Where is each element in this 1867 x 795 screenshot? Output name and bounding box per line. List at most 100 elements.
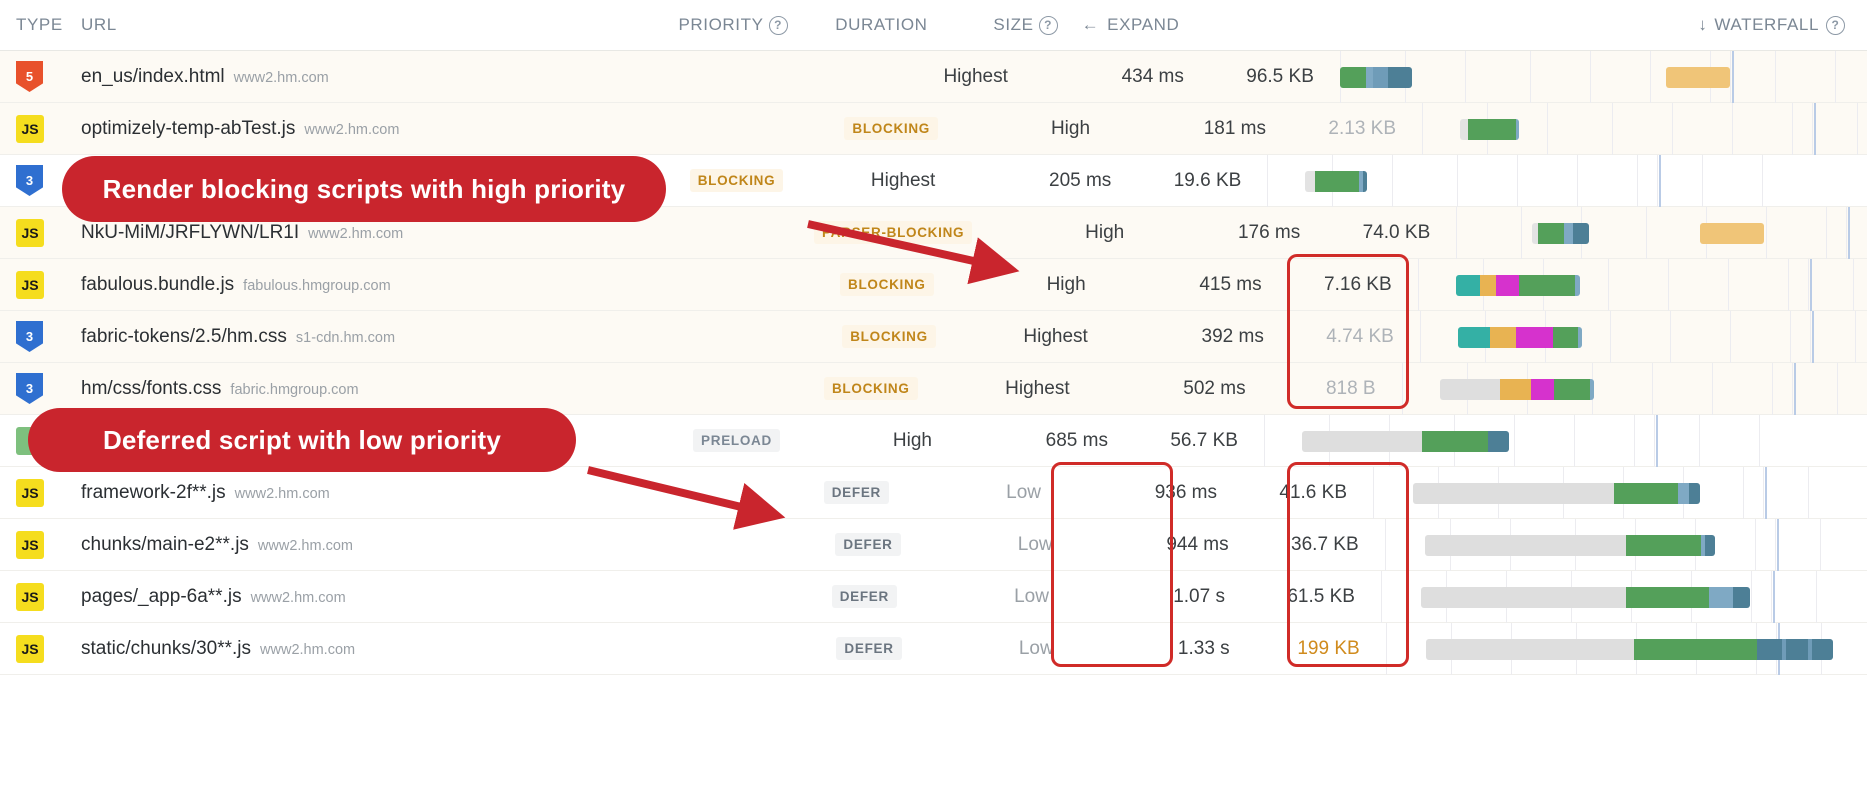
cell-url[interactable]: fabulous.bundle.js fabulous.hmgroup.com bbox=[75, 274, 391, 296]
request-host: www2.hm.com bbox=[250, 589, 346, 606]
waterfall-bar bbox=[1455, 274, 1580, 296]
table-row[interactable]: JS chunks/main-e2**.js www2.hm.com DEFER Low… bbox=[0, 518, 1867, 571]
table-row[interactable]: 5 en_us/index.html www2.hm.com Highest 434 m… bbox=[0, 50, 1867, 103]
cell-waterfall[interactable] bbox=[1422, 102, 1867, 155]
waterfall-gridlines bbox=[1456, 206, 1867, 259]
table-row[interactable]: JS static/chunks/30**.js www2.hm.com DEFER L… bbox=[0, 622, 1867, 675]
cell-waterfall[interactable] bbox=[1267, 154, 1867, 207]
table-row[interactable]: JS optimizely-temp-abTest.js www2.hm.com BL… bbox=[0, 102, 1867, 155]
cell-type: 3 bbox=[0, 373, 75, 404]
initiator-badge: BLOCKING bbox=[842, 325, 936, 348]
waterfall-segment bbox=[1339, 66, 1366, 88]
cell-duration: 181 ms bbox=[1203, 117, 1267, 139]
cell-url[interactable]: NkU-MiM/JRFLYWN/LR1I www2.hm.com bbox=[75, 222, 403, 244]
cell-url[interactable]: optimizely-temp-abTest.js www2.hm.com bbox=[75, 118, 399, 140]
waterfall-segment bbox=[1732, 586, 1750, 608]
column-header-size-label: SIZE bbox=[993, 15, 1034, 34]
initiator-badge: BLOCKING bbox=[689, 169, 784, 192]
cell-url[interactable]: pages/_app-6a**.js www2.hm.com bbox=[75, 586, 346, 608]
cell-url[interactable]: en_us/index.html www2.hm.com bbox=[75, 66, 329, 88]
cell-url[interactable]: hm/css/fonts.css fabric.hmgroup.com bbox=[75, 378, 359, 400]
cell-type: JS bbox=[0, 218, 75, 247]
cell-initiator: BLOCKING bbox=[395, 325, 944, 348]
cell-priority: Highest bbox=[1005, 377, 1070, 399]
help-icon-waterfall[interactable]: ? bbox=[1826, 15, 1846, 35]
waterfall-segment bbox=[1499, 378, 1531, 400]
cell-waterfall[interactable] bbox=[1417, 258, 1867, 311]
waterfall-segment bbox=[1811, 638, 1833, 660]
column-header-priority[interactable]: PRIORITY ? bbox=[608, 15, 788, 35]
cell-type: JS bbox=[0, 582, 75, 611]
cell-type: 5 bbox=[0, 61, 75, 92]
waterfall-segment bbox=[1424, 534, 1626, 556]
cell-size: 74.0 KB bbox=[1362, 221, 1431, 243]
waterfall-time-marker bbox=[1776, 518, 1779, 571]
cell-duration: 685 ms bbox=[1045, 429, 1108, 451]
cell-waterfall[interactable] bbox=[1384, 518, 1867, 571]
cell-waterfall[interactable] bbox=[1380, 570, 1867, 623]
request-host: www2.hm.com bbox=[304, 121, 400, 138]
waterfall-bar bbox=[1420, 586, 1750, 608]
cell-waterfall[interactable] bbox=[1419, 310, 1867, 363]
help-icon-priority[interactable]: ? bbox=[768, 15, 788, 35]
initiator-badge: DEFER bbox=[835, 533, 901, 556]
waterfall-segment bbox=[1421, 430, 1488, 452]
cell-priority: High bbox=[892, 429, 932, 451]
cell-priority: Low bbox=[1018, 637, 1054, 659]
cell-waterfall[interactable] bbox=[1456, 206, 1867, 259]
waterfall-segment bbox=[1538, 222, 1565, 244]
arrow-left-icon: ← bbox=[1081, 15, 1100, 34]
request-name: chunks/main-e2**.js bbox=[81, 533, 249, 555]
cell-url[interactable]: framework-2f**.js www2.hm.com bbox=[75, 482, 330, 504]
cell-type: JS bbox=[0, 530, 75, 559]
table-row[interactable]: JS pages/_app-6a**.js www2.hm.com DEFER Low 1… bbox=[0, 570, 1867, 623]
column-header-url[interactable]: URL bbox=[75, 15, 117, 35]
cell-duration: 205 ms bbox=[1049, 169, 1112, 191]
js-icon: JS bbox=[16, 114, 44, 143]
initiator-badge: BLOCKING bbox=[823, 377, 918, 400]
waterfall-queued-bar bbox=[1665, 66, 1730, 88]
expand-button[interactable]: ← EXPAND bbox=[1058, 15, 1208, 35]
waterfall-segment bbox=[1460, 118, 1469, 140]
column-header-duration[interactable]: DURATION bbox=[788, 15, 938, 35]
waterfall-segment bbox=[1489, 326, 1516, 348]
waterfall-segment bbox=[1479, 274, 1496, 296]
table-row[interactable]: JS framework-2f**.js www2.hm.com DEFER Low 93… bbox=[0, 466, 1867, 519]
cell-waterfall[interactable] bbox=[1339, 50, 1867, 103]
request-host: www2.hm.com bbox=[234, 485, 330, 502]
cell-waterfall[interactable] bbox=[1401, 362, 1867, 415]
cell-initiator: DEFER bbox=[346, 585, 905, 608]
waterfall-segment bbox=[1413, 482, 1614, 504]
waterfall-segment bbox=[1363, 170, 1368, 192]
initiator-badge: BLOCKING bbox=[844, 117, 939, 140]
cell-priority: Low bbox=[1006, 481, 1041, 503]
table-header-row: TYPE URL PRIORITY ? DURATION SIZE ? ← EX… bbox=[0, 0, 1867, 51]
cell-priority: High bbox=[1050, 117, 1091, 139]
cell-url[interactable]: fabric-tokens/2.5/hm.css s1-cdn.hm.com bbox=[75, 326, 395, 348]
table-row[interactable]: 3 fabric-tokens/2.5/hm.css s1-cdn.hm.com BL… bbox=[0, 310, 1867, 363]
cell-type: JS bbox=[0, 270, 75, 299]
waterfall-bar bbox=[1301, 430, 1509, 452]
waterfall-bar bbox=[1460, 118, 1520, 140]
callout-deferred-low-label: Deferred script with low priority bbox=[102, 424, 502, 455]
cell-type: JS bbox=[0, 478, 75, 507]
column-header-waterfall[interactable]: ↓ WATERFALL ? bbox=[1208, 15, 1867, 35]
column-header-type[interactable]: TYPE bbox=[0, 15, 75, 35]
waterfall-segment bbox=[1391, 66, 1412, 88]
css3-icon: 3 bbox=[16, 321, 43, 352]
cell-url[interactable]: static/chunks/30**.js www2.hm.com bbox=[75, 638, 355, 660]
help-icon-size[interactable]: ? bbox=[1038, 15, 1058, 35]
cell-waterfall[interactable] bbox=[1373, 466, 1867, 519]
cell-url[interactable]: chunks/main-e2**.js www2.hm.com bbox=[75, 534, 353, 556]
waterfall-segment bbox=[1552, 326, 1578, 348]
waterfall-segment bbox=[1564, 222, 1574, 244]
waterfall-bar bbox=[1413, 482, 1700, 504]
initiator-badge: DEFER bbox=[831, 585, 897, 608]
cell-waterfall[interactable] bbox=[1263, 414, 1867, 467]
request-host: s1-cdn.hm.com bbox=[295, 329, 396, 346]
waterfall-segment bbox=[1704, 534, 1715, 556]
request-name: NkU-MiM/JRFLYWN/LR1I bbox=[81, 221, 300, 243]
initiator-badge: PRELOAD bbox=[693, 429, 780, 452]
column-header-size[interactable]: SIZE ? bbox=[938, 15, 1058, 35]
cell-waterfall[interactable] bbox=[1385, 622, 1867, 675]
